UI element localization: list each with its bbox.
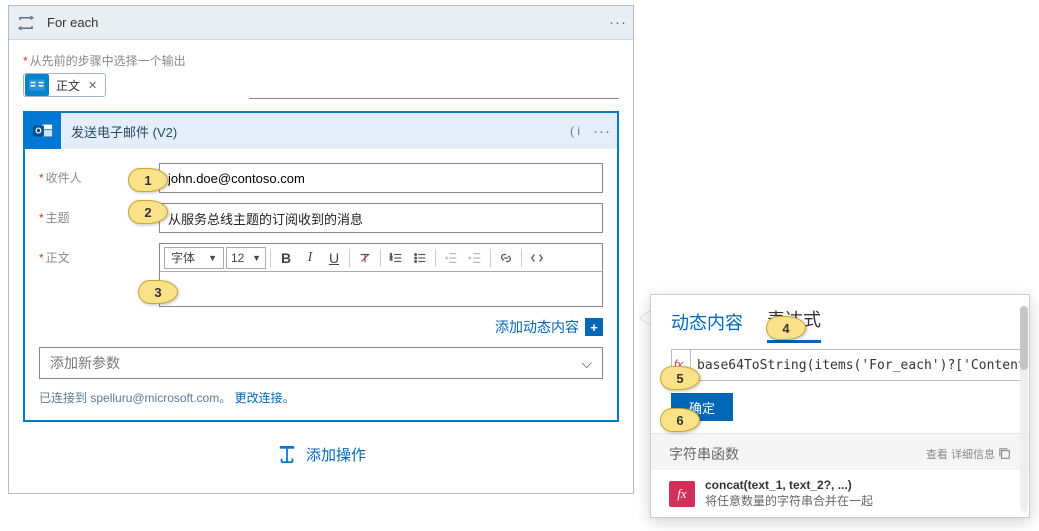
function-icon: fx bbox=[669, 481, 695, 507]
foreach-body-token[interactable]: 正文 ✕ bbox=[23, 73, 106, 97]
foreach-body: *从先前的步骤中选择一个输出 正文 ✕ O 发送电子邮件 (V2) ( i bbox=[9, 40, 633, 493]
foreach-token-underline bbox=[249, 98, 619, 99]
outlook-icon: O bbox=[25, 113, 61, 149]
send-email-connection-icon[interactable]: ( i bbox=[563, 124, 587, 138]
body-editor-toolbar: 字体▼ 12▼ B I U bbox=[160, 244, 602, 272]
add-action-button[interactable]: 添加操作 bbox=[23, 444, 619, 465]
dc-scrollbar-thumb[interactable] bbox=[1020, 306, 1028, 370]
chevron-down-icon: ⌵ bbox=[581, 355, 592, 372]
send-email-header[interactable]: O 发送电子邮件 (V2) ( i ··· bbox=[25, 113, 617, 149]
expression-input-row: fx base64ToString(items('For_each')?['Co… bbox=[651, 343, 1029, 389]
tab-dynamic-content[interactable]: 动态内容 bbox=[671, 309, 743, 343]
body-label: 正文 bbox=[46, 251, 70, 265]
callout-4: 4 bbox=[766, 316, 806, 340]
subject-input[interactable] bbox=[159, 203, 603, 233]
connection-info: 已连接到 spelluru@microsoft.com。 更改连接。 bbox=[39, 389, 603, 406]
send-email-title: 发送电子邮件 (V2) bbox=[61, 122, 563, 141]
callout-3: 3 bbox=[138, 280, 178, 304]
servicebus-token-icon bbox=[25, 74, 49, 96]
indent-button[interactable] bbox=[464, 247, 486, 269]
callout-5: 5 bbox=[660, 366, 700, 390]
dc-tabs: 动态内容 表达式 bbox=[651, 295, 1029, 343]
foreach-token-remove-icon[interactable]: ✕ bbox=[86, 79, 105, 92]
expression-input[interactable]: fx base64ToString(items('For_each')?['Co… bbox=[671, 349, 1021, 381]
foreach-select-output-row: *从先前的步骤中选择一个输出 正文 ✕ bbox=[23, 52, 619, 97]
add-parameter-label: 添加新参数 bbox=[50, 353, 120, 373]
outdent-button[interactable] bbox=[440, 247, 462, 269]
foreach-token-label: 正文 bbox=[50, 77, 86, 94]
foreach-more-icon[interactable]: ··· bbox=[603, 14, 633, 31]
dynamic-content-panel: 动态内容 表达式 fx base64ToString(items('For_ea… bbox=[650, 294, 1030, 518]
foreach-title: For each bbox=[43, 15, 603, 30]
function-description: 将任意数量的字符串合并在一起 bbox=[705, 492, 873, 509]
foreach-header[interactable]: For each ··· bbox=[9, 6, 633, 40]
font-size-dropdown[interactable]: 12▼ bbox=[226, 247, 266, 269]
body-editor-area[interactable] bbox=[160, 272, 602, 306]
subject-field-row: *主题 bbox=[39, 203, 603, 233]
bold-button[interactable]: B bbox=[275, 247, 297, 269]
see-details-link[interactable]: 查看 详细信息 bbox=[926, 446, 1011, 462]
to-label: 收件人 bbox=[46, 171, 82, 185]
foreach-card: For each ··· *从先前的步骤中选择一个输出 正文 ✕ O bbox=[8, 5, 634, 494]
change-connection-link[interactable]: 更改连接。 bbox=[235, 391, 295, 405]
callout-6: 6 bbox=[660, 408, 700, 432]
string-functions-section-header: 字符串函数 查看 详细信息 bbox=[651, 433, 1029, 470]
foreach-loop-icon bbox=[9, 6, 43, 40]
subject-label: 主题 bbox=[46, 211, 70, 225]
underline-button[interactable]: U bbox=[323, 247, 345, 269]
add-parameter-dropdown[interactable]: 添加新参数 ⌵ bbox=[39, 347, 603, 379]
string-functions-title: 字符串函数 bbox=[669, 444, 739, 464]
numbered-list-button[interactable]: 12 bbox=[385, 247, 407, 269]
add-dynamic-toggle-icon[interactable]: + bbox=[585, 318, 603, 336]
italic-button[interactable]: I bbox=[299, 247, 321, 269]
bullet-list-button[interactable] bbox=[409, 247, 431, 269]
to-field-row: *收件人 bbox=[39, 163, 603, 193]
link-button[interactable] bbox=[495, 247, 517, 269]
dc-scrollbar[interactable] bbox=[1020, 306, 1028, 512]
callout-2: 2 bbox=[128, 200, 168, 224]
add-dynamic-row: 添加动态内容 + bbox=[39, 317, 603, 337]
body-editor: 字体▼ 12▼ B I U bbox=[159, 243, 603, 307]
send-email-body: *收件人 *主题 *正文 字体▼ bbox=[25, 149, 617, 420]
function-signature: concat(text_1, text_2?, ...) bbox=[705, 478, 873, 492]
foreach-token-row[interactable]: 正文 ✕ bbox=[23, 73, 619, 97]
send-email-more-icon[interactable]: ··· bbox=[587, 123, 617, 140]
callout-1: 1 bbox=[128, 168, 168, 192]
body-field-row: *正文 字体▼ 12▼ B I U bbox=[39, 243, 603, 307]
foreach-select-label: 从先前的步骤中选择一个输出 bbox=[30, 54, 186, 68]
add-dynamic-content-link[interactable]: 添加动态内容 bbox=[495, 317, 579, 337]
svg-text:O: O bbox=[35, 127, 42, 136]
add-action-icon bbox=[276, 446, 298, 464]
to-input[interactable] bbox=[159, 163, 603, 193]
code-view-button[interactable] bbox=[526, 247, 548, 269]
font-family-dropdown[interactable]: 字体▼ bbox=[164, 247, 224, 269]
function-concat[interactable]: fx concat(text_1, text_2?, ...) 将任意数量的字符… bbox=[651, 470, 1029, 517]
svg-text:2: 2 bbox=[390, 255, 393, 260]
expression-button-row: 确定 bbox=[651, 389, 1029, 433]
expression-text: base64ToString(items('For_each')?['Conte… bbox=[691, 358, 1021, 373]
clear-format-button[interactable] bbox=[354, 247, 376, 269]
send-email-card: O 发送电子邮件 (V2) ( i ··· *收件人 *主题 bbox=[23, 111, 619, 422]
add-action-label: 添加操作 bbox=[306, 444, 366, 465]
